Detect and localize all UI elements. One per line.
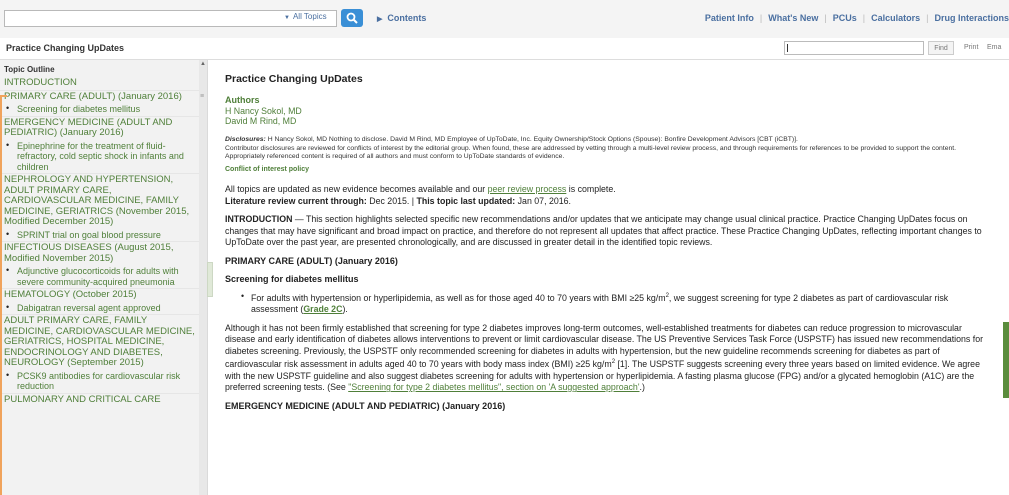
topics-dropdown-label: All Topics [292, 12, 327, 21]
nav-whats-new[interactable]: What's New [768, 13, 818, 23]
related-topic-link[interactable]: "Screening for type 2 diabetes mellitus"… [348, 382, 639, 392]
topic-outline-sidebar: Topic Outline INTRODUCTION PRIMARY CARE (… [0, 60, 208, 495]
outline-section-link[interactable]: NEPHROLOGY AND HYPERTENSION, ADULT PRIMA… [0, 173, 199, 229]
subsection-heading: Screening for diabetes mellitus [225, 274, 359, 285]
scroll-grip-icon[interactable]: ≡ [200, 93, 204, 100]
outline-subsection-link[interactable]: PCSK9 antibodies for cardiovascular risk… [0, 370, 199, 393]
update-policy-text: All topics are updated as new evidence b… [225, 184, 488, 195]
lit-review-date: Dec 2015. | [366, 195, 417, 206]
disclosures-label: Disclosures: [225, 136, 266, 143]
outline-subsection-link[interactable]: SPRINT trial on goal blood pressure [0, 229, 199, 242]
nav-pcus[interactable]: PCUs [833, 13, 857, 23]
outline-section-link[interactable]: ADULT PRIMARY CARE, FAMILY MEDICINE, CAR… [0, 314, 199, 370]
topic-header-bar: Practice Changing UpDates Find Print Ema [0, 38, 1009, 60]
highlight-bracket [0, 95, 7, 495]
outline-section-link[interactable]: INTRODUCTION [0, 77, 199, 90]
update-policy-end: is complete. [566, 184, 616, 195]
find-input[interactable] [784, 41, 924, 55]
sidebar-collapse-handle[interactable] [207, 262, 213, 297]
topic-title: Practice Changing UpDates [6, 43, 125, 53]
nav-calculators[interactable]: Calculators [871, 13, 920, 23]
outline-section-link[interactable]: HEMATOLOGY (October 2015) [0, 288, 199, 302]
topic-outline-heading: Topic Outline [4, 65, 55, 74]
play-arrow-icon: ▶ [377, 16, 383, 23]
outline-section-link[interactable]: PULMONARY AND CRITICAL CARE [0, 392, 199, 407]
email-link[interactable]: Ema [987, 44, 1001, 51]
outline-subsection-link[interactable]: Epinephrine for the treatment of fluid-r… [0, 140, 199, 174]
contributor-disclosure-text: Contributor disclosures are reviewed for… [225, 144, 957, 161]
feedback-tab[interactable] [1003, 322, 1009, 398]
intro-label: INTRODUCTION [225, 214, 293, 225]
find-button[interactable]: Find [928, 41, 954, 55]
scroll-up-icon[interactable]: ▲ [200, 61, 206, 67]
outline-subsection-link[interactable]: Adjunctive glucocorticoids for adults wi… [0, 265, 199, 288]
chevron-down-icon: ▼ [284, 15, 290, 21]
last-updated-label: This topic last updated: [416, 195, 516, 206]
outline-section-link[interactable]: INFECTIOUS DISEASES (August 2015, Modifi… [0, 241, 199, 265]
bullet-end: ). [342, 304, 348, 315]
outline-subsection-link[interactable]: Dabigatran reversal agent approved [0, 302, 199, 315]
introduction-paragraph: INTRODUCTION — This section highlights s… [225, 214, 985, 249]
author-name[interactable]: H Nancy Sokol, MD [225, 106, 985, 116]
page-title: Practice Changing UpDates [225, 73, 363, 85]
recommendation-bullet: For adults with hypertension or hyperlip… [241, 291, 985, 316]
lit-review-label: Literature review current through: [225, 195, 367, 206]
disclosures: Disclosures: H Nancy Sokol, MD Nothing t… [225, 136, 985, 162]
authors-heading[interactable]: Authors [225, 95, 985, 107]
nav-patient-info[interactable]: Patient Info [705, 13, 754, 23]
disclosures-text: H Nancy Sokol, MD Nothing to disclose. D… [265, 136, 798, 143]
last-updated-date: Jan 07, 2016. [515, 195, 571, 206]
contents-link[interactable]: ▶ Contents [377, 13, 426, 23]
body-paragraph: Although it has not been firmly establis… [225, 323, 985, 394]
section-heading: PRIMARY CARE (ADULT) (January 2016) [225, 255, 398, 266]
contents-label: Contents [387, 13, 427, 23]
search-button[interactable] [341, 9, 363, 27]
peer-review-link[interactable]: peer review process [488, 184, 567, 194]
search-icon [346, 12, 358, 24]
conflict-of-interest-link[interactable]: Conflict of interest policy [225, 164, 985, 176]
sidebar-scrollbar[interactable]: ▲ ≡ [199, 60, 207, 495]
outline-subsection-link[interactable]: Screening for diabetes mellitus [0, 103, 199, 116]
print-link[interactable]: Print [964, 44, 978, 51]
paragraph-end: .) [639, 382, 645, 393]
bullet-text: For adults with hypertension or hyperlip… [251, 292, 666, 303]
topics-dropdown[interactable]: ▼ All Topics [284, 12, 327, 21]
nav-drug-interactions[interactable]: Drug Interactions [934, 13, 1009, 23]
topic-content: Practice Changing UpDates Authors H Nanc… [225, 70, 985, 412]
section-heading: EMERGENCY MEDICINE (ADULT AND PEDIATRIC)… [225, 400, 506, 411]
outline-section-link[interactable]: PRIMARY CARE (ADULT) (January 2016) [0, 89, 199, 104]
update-policy: All topics are updated as new evidence b… [225, 184, 985, 207]
author-name[interactable]: David M Rind, MD [225, 116, 985, 126]
intro-text: — This section highlights selected speci… [225, 214, 982, 248]
top-toolbar: ▼ All Topics ▶ Contents Patient Info | What'… [0, 0, 1009, 39]
grade-link[interactable]: Grade 2C [303, 304, 342, 314]
topic-outline-list: INTRODUCTION PRIMARY CARE (ADULT) (Januar… [0, 77, 207, 406]
top-navigation: Patient Info | What's New | PCUs | Calculators… [704, 13, 1009, 23]
outline-section-link[interactable]: EMERGENCY MEDICINE (ADULT AND PEDIATRIC)… [0, 115, 199, 140]
